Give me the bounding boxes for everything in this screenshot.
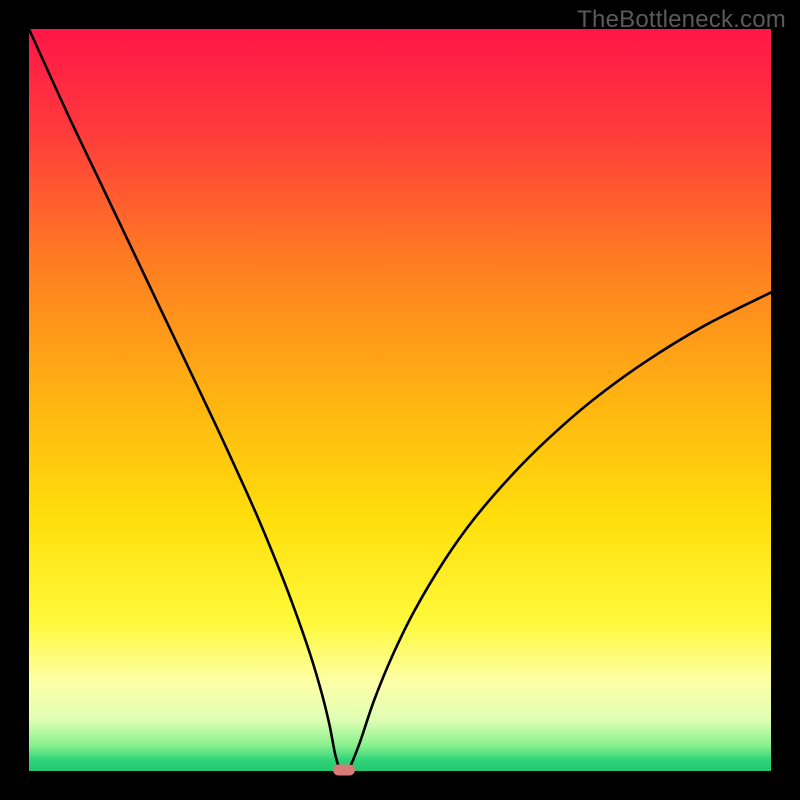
optimum-marker-icon bbox=[333, 765, 355, 776]
chart-background-gradient bbox=[29, 29, 771, 771]
chart-plot-area bbox=[29, 29, 771, 771]
chart-svg bbox=[29, 29, 771, 771]
watermark-text: TheBottleneck.com bbox=[577, 6, 786, 34]
chart-frame: TheBottleneck.com bbox=[0, 0, 800, 800]
